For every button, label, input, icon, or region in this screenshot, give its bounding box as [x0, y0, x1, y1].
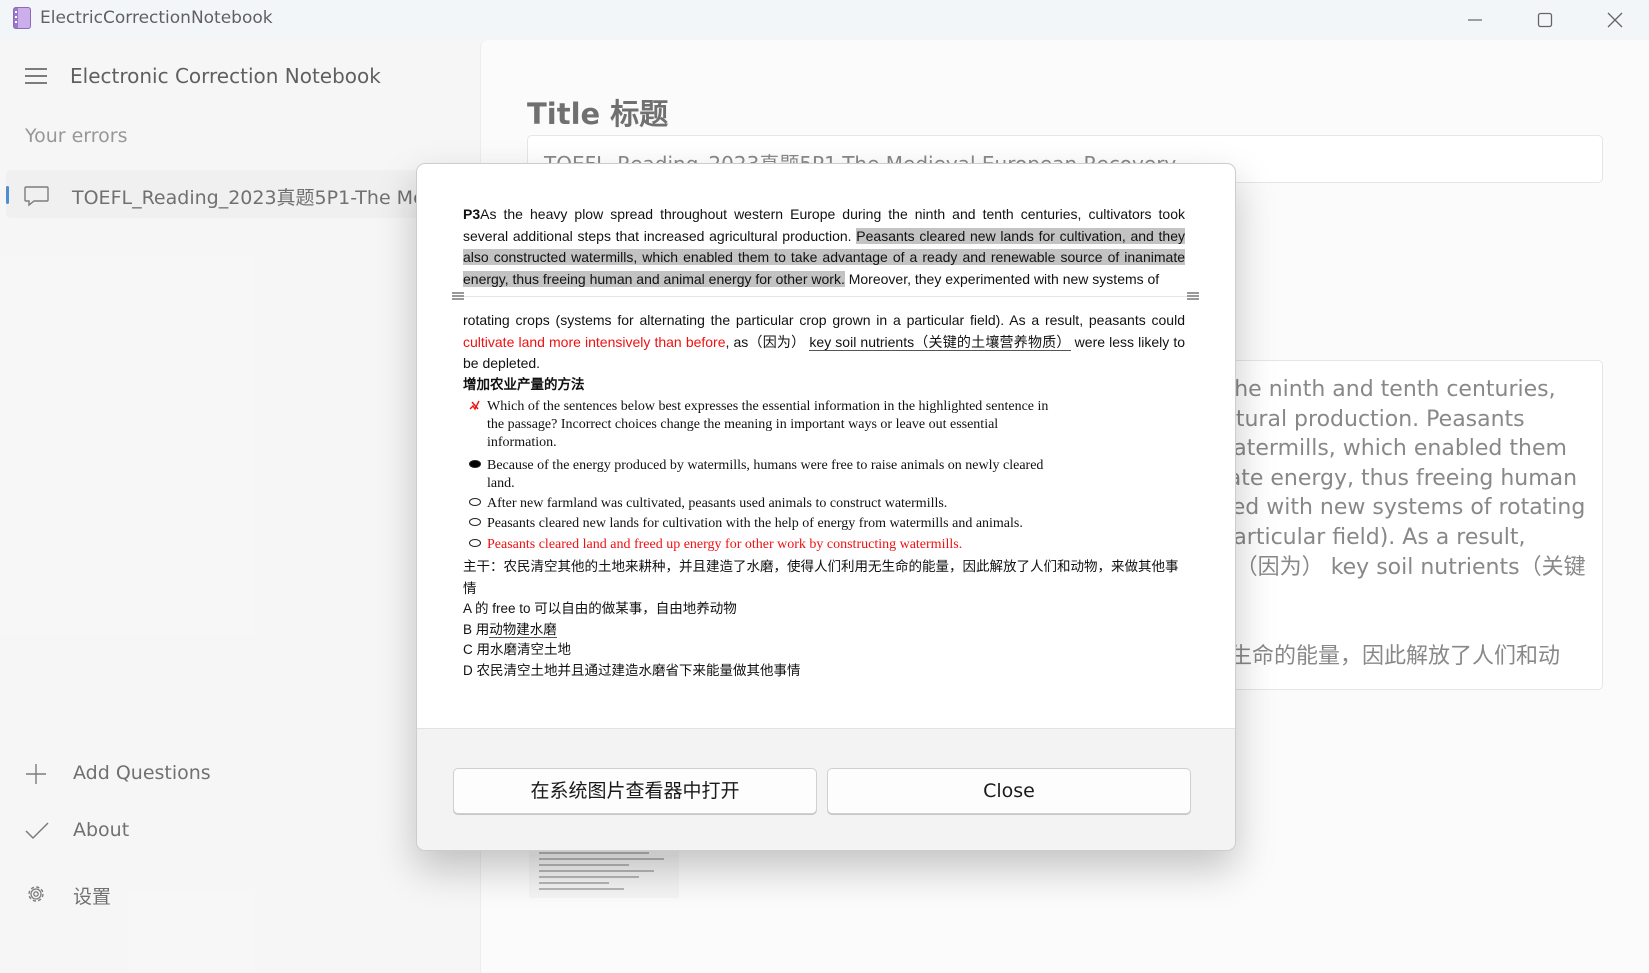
- paragraph-label: P3: [463, 206, 481, 222]
- analysis-option-a: A 的 free to 可以自由的做某事，自由地养动物: [463, 601, 737, 616]
- option-text: Because of the energy produced by waterm…: [487, 458, 1044, 491]
- option-text: After new farmland was cultivated, peasa…: [487, 496, 948, 511]
- underlined-annotation: 动物建水磨: [489, 622, 557, 638]
- dialog-footer: 在系统图片查看器中打开 Close: [417, 728, 1235, 850]
- radio-filled-icon: [469, 460, 482, 468]
- analysis-option-b: B 用动物建水磨: [463, 619, 1185, 641]
- drag-handle-left: [452, 292, 464, 300]
- close-button[interactable]: Close: [827, 768, 1191, 814]
- passage-text: Moreover, they experimented with new sys…: [844, 270, 1160, 287]
- image-preview-dialog: P3As the heavy plow spread throughout we…: [416, 163, 1236, 851]
- passage-paragraph-p3: P3As the heavy plow spread throughout we…: [463, 204, 1185, 290]
- analysis-option-d: D 农民清空土地并且通过建造水磨省下来能量做其他事情: [463, 663, 801, 678]
- drag-handle-right: [1187, 292, 1199, 300]
- open-in-viewer-button[interactable]: 在系统图片查看器中打开: [453, 768, 817, 814]
- question-text: Which of the sentences below best expres…: [487, 399, 1049, 450]
- analysis-option-c: C 用水磨清空土地: [463, 642, 571, 657]
- radio-empty-icon: [469, 539, 482, 547]
- underlined-annotation: key soil nutrients（关键的土壤营养物质）: [809, 333, 1071, 351]
- passage-paragraph-continued: rotating crops (systems for alternating …: [463, 310, 1185, 375]
- option-text: Peasants cleared new lands for cultivati…: [487, 516, 1023, 531]
- wrong-mark-icon: [469, 400, 482, 418]
- radio-empty-icon: [469, 498, 482, 506]
- analysis-text: B 用: [463, 622, 490, 637]
- option-text: Peasants cleared land and freed up energ…: [487, 537, 963, 552]
- passage-text: , as（因为）: [725, 333, 810, 350]
- section-heading: 增加农业产量的方法: [463, 377, 585, 392]
- analysis-main: 主干：农民清空其他的土地来耕种，并且建造了水磨，使得人们利用无生命的能量，因此解…: [463, 559, 1179, 596]
- red-annotation: cultivate land more intensively than bef…: [463, 333, 726, 350]
- passage-text: rotating crops (systems for alternating …: [463, 312, 1185, 328]
- radio-empty-icon: [469, 518, 482, 526]
- page-separator: [455, 296, 1195, 297]
